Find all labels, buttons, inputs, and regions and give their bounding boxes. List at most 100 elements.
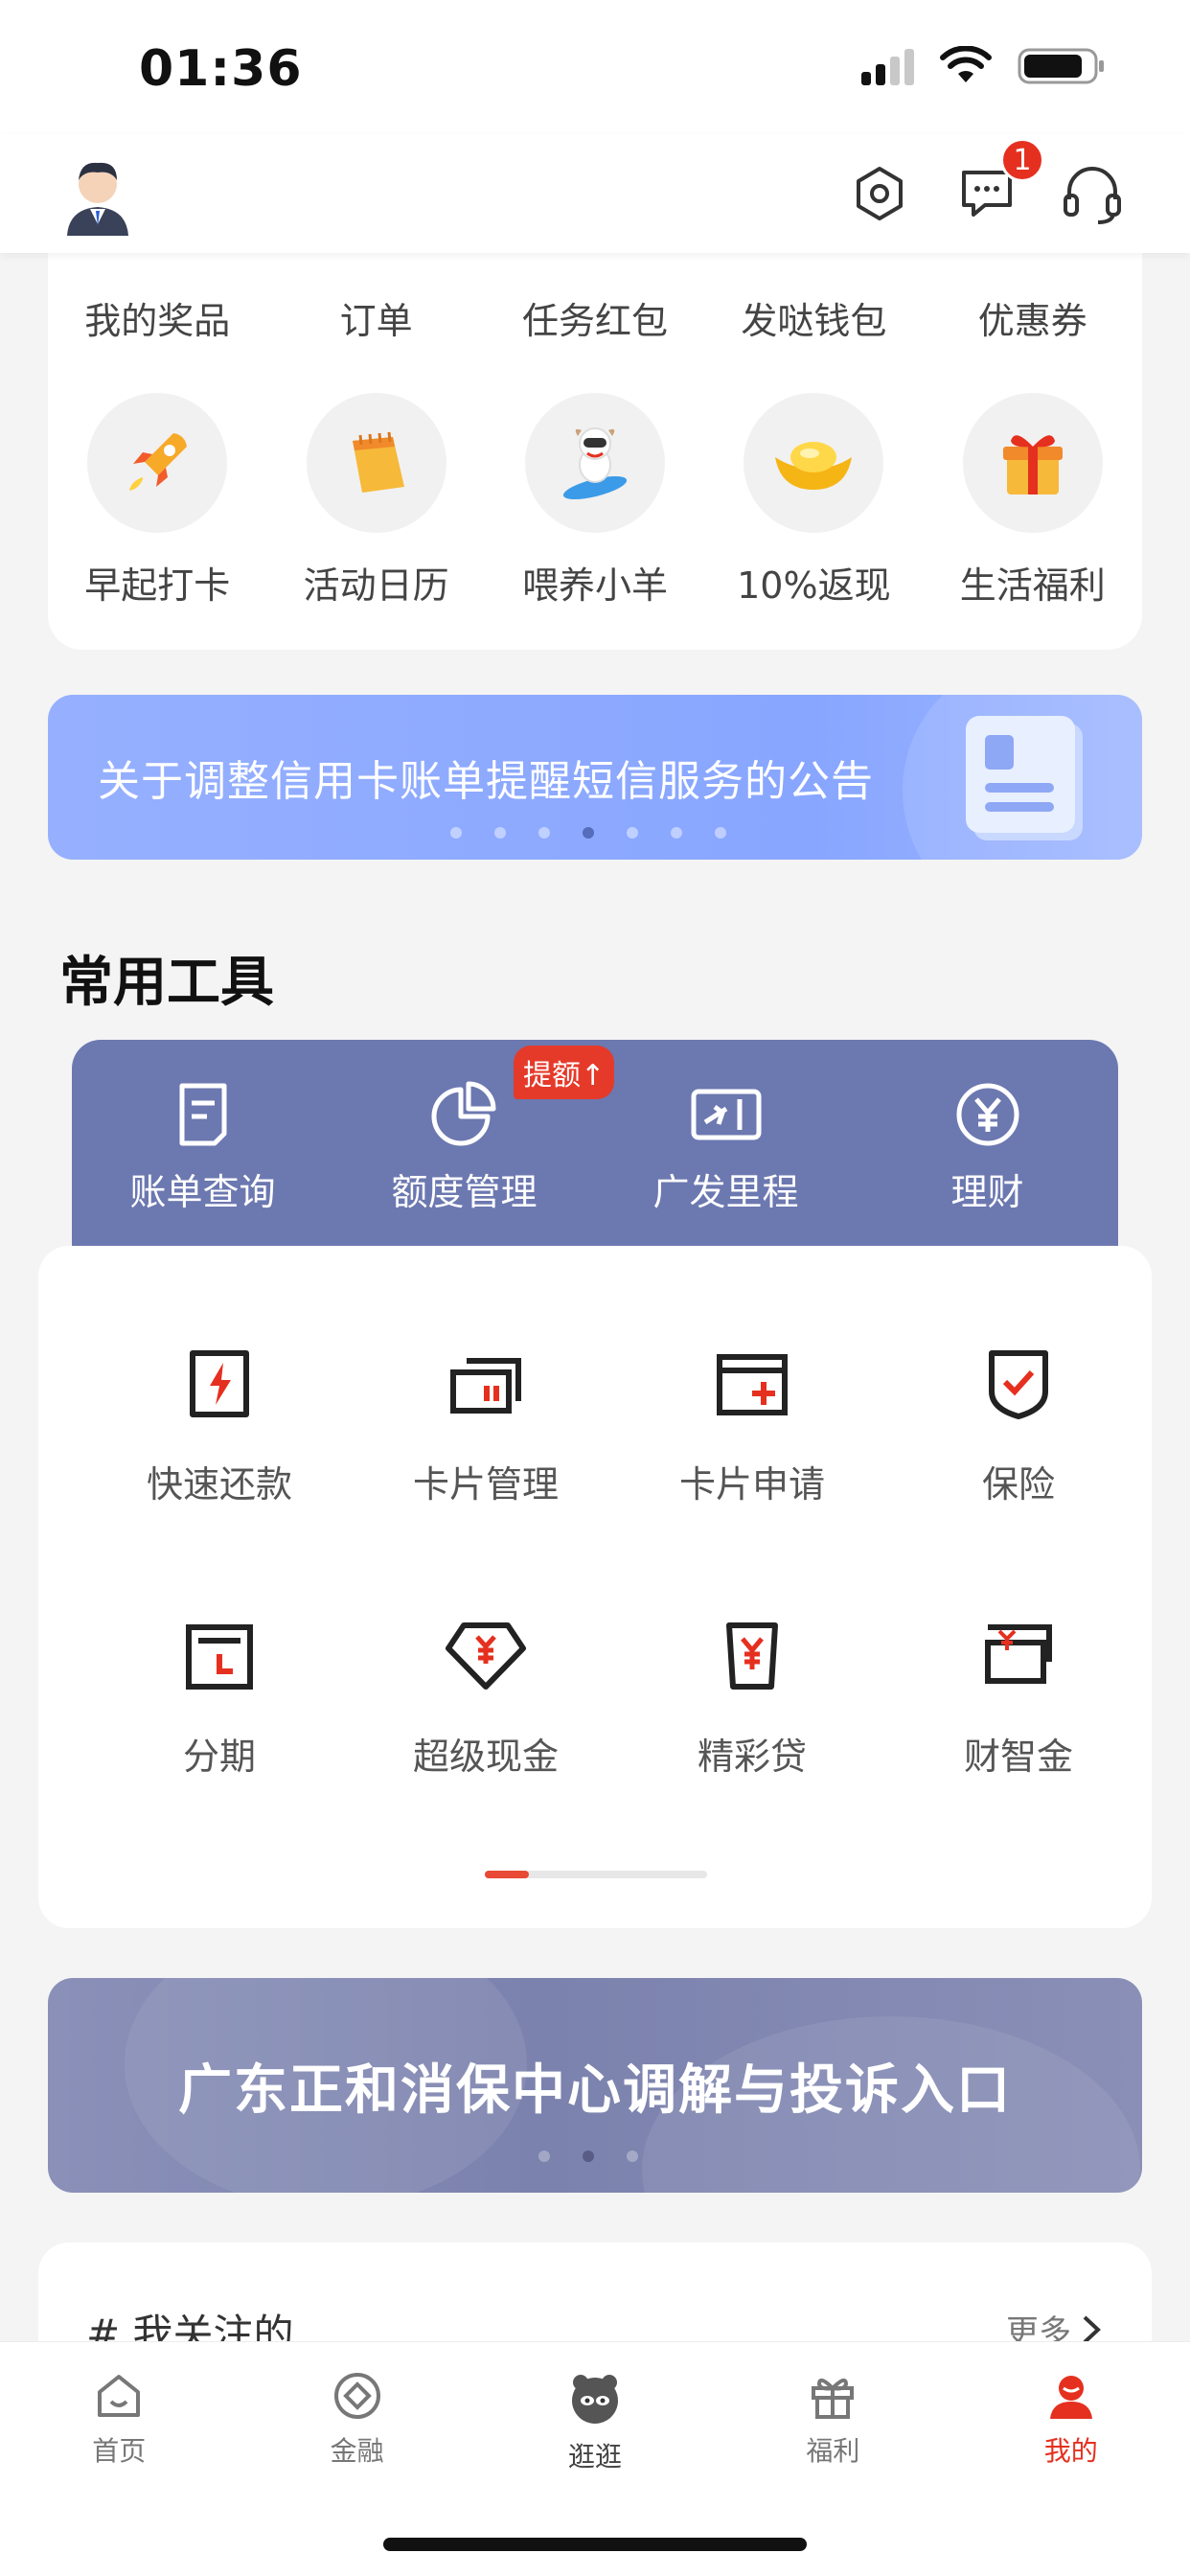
tool-label: 超级现金	[412, 1736, 559, 1778]
quick-label: 优惠券	[977, 300, 1087, 342]
tool-label: 保险	[981, 1463, 1055, 1506]
quick-repay-icon	[190, 1350, 249, 1417]
quick-item-cashback[interactable]: 10%返现	[704, 393, 923, 609]
tool-installment[interactable]: 分期	[86, 1618, 353, 1780]
battery-icon	[1018, 48, 1104, 84]
tools-scroll-thumb	[485, 1871, 529, 1878]
settings-icon[interactable]	[841, 155, 918, 232]
message-badge: 1	[1000, 138, 1044, 182]
complaint-banner[interactable]: 广东正和消保中心调解与投诉入口	[48, 1978, 1142, 2193]
tab-mine[interactable]: 我的	[952, 2342, 1190, 2576]
pager-dot	[715, 827, 726, 839]
quick-label: 我的奖品	[84, 300, 231, 342]
status-icons	[861, 46, 1106, 86]
tab-label: 我的	[1043, 2435, 1098, 2467]
bill-icon	[179, 1083, 226, 1146]
tool-grid-row-1: 快速还款 卡片管理 卡片申请 保险	[38, 1346, 1152, 1507]
yuan-coin-icon	[956, 1083, 1018, 1146]
tool-insurance[interactable]: 保险	[885, 1346, 1152, 1507]
tab-label: 首页	[92, 2435, 147, 2467]
tools-scroll-indicator	[485, 1871, 707, 1878]
avatar[interactable]	[61, 155, 134, 236]
tool-label: 财智金	[963, 1736, 1073, 1778]
tool-label: 额度管理	[391, 1171, 538, 1213]
quick-item-early-checkin[interactable]: 早起打卡	[48, 393, 266, 609]
pager-dot	[627, 827, 638, 839]
pager-dot-active	[583, 2150, 594, 2162]
tool-quick-repay[interactable]: 快速还款	[86, 1346, 353, 1507]
quick-row-2: 早起打卡 活动日历 喂养小羊 10%返现 生活福利	[48, 393, 1142, 609]
tool-label: 卡片管理	[412, 1463, 559, 1506]
quick-item-task-red-packet[interactable]: 任务红包	[486, 291, 704, 344]
tools-grid-card: 快速还款 卡片管理 卡片申请 保险 分期 超级现金 精彩贷 财智金	[38, 1246, 1152, 1928]
diamond-cash-icon	[446, 1622, 526, 1690]
tool-loan[interactable]: 精彩贷	[619, 1618, 885, 1780]
tab-label: 金融	[330, 2435, 384, 2467]
tool-card-apply[interactable]: 卡片申请	[619, 1346, 885, 1507]
tool-label: 理财	[950, 1171, 1024, 1213]
quick-label: 早起打卡	[84, 564, 231, 607]
tool-bill-query[interactable]: 账单查询	[72, 1040, 333, 1253]
tab-home[interactable]: 首页	[0, 2342, 238, 2576]
gift-box-icon	[962, 393, 1103, 533]
quick-label: 订单	[339, 300, 413, 342]
tool-label: 账单查询	[129, 1171, 276, 1213]
tools-top-bar: 账单查询 额度管理 提额↑ 广发里程 理财	[72, 1040, 1118, 1253]
gold-ingot-icon	[744, 393, 884, 533]
status-bar: 01:36	[0, 0, 1190, 134]
quick-label: 发哒钱包	[741, 300, 887, 342]
quick-label: 喂养小羊	[521, 564, 668, 607]
mascot-icon	[571, 2375, 618, 2424]
card-stack-icon	[450, 1358, 521, 1414]
card-add-icon	[717, 1354, 788, 1415]
tool-super-cash[interactable]: 超级现金	[353, 1618, 619, 1780]
quick-label: 任务红包	[521, 300, 668, 342]
home-indicator	[383, 2538, 807, 2551]
rocket-icon	[87, 393, 228, 533]
pager-dot	[494, 827, 506, 839]
home-icon	[98, 2375, 141, 2417]
tool-gf-miles[interactable]: 广发里程	[595, 1040, 857, 1253]
quick-item-wallet[interactable]: 发哒钱包	[704, 291, 923, 344]
pager-dot-active	[583, 827, 594, 839]
quick-item-feed-sheep[interactable]: 喂养小羊	[486, 393, 704, 609]
announcement-banner[interactable]: 关于调整信用卡账单提醒短信服务的公告	[48, 695, 1142, 860]
pager-dot	[538, 2150, 550, 2162]
user-profile-icon	[1049, 2376, 1092, 2419]
tool-label: 广发里程	[652, 1171, 799, 1213]
quick-item-activity-calendar[interactable]: 活动日历	[266, 393, 485, 609]
shield-icon	[989, 1350, 1048, 1419]
announcement-text: 关于调整信用卡账单提醒短信服务的公告	[98, 757, 874, 806]
installment-icon	[186, 1624, 253, 1690]
pager-dot	[538, 827, 550, 839]
tool-smart-gold[interactable]: 财智金	[885, 1618, 1152, 1780]
quick-item-life-benefits[interactable]: 生活福利	[924, 393, 1142, 609]
pager-dot	[627, 2150, 638, 2162]
gift-icon	[812, 2378, 855, 2419]
tool-wealth[interactable]: 理财	[857, 1040, 1118, 1253]
tool-label: 精彩贷	[697, 1736, 807, 1778]
tool-credit-limit[interactable]: 额度管理 提额↑	[333, 1040, 615, 1253]
quick-item-orders[interactable]: 订单	[266, 291, 485, 344]
sheep-icon	[524, 393, 665, 533]
pie-chart-icon	[431, 1081, 495, 1146]
finance-icon	[333, 2373, 380, 2419]
status-time: 01:36	[139, 40, 303, 98]
wallet-cash-icon	[985, 1624, 1052, 1684]
quick-row-1: 我的奖品 订单 任务红包 发哒钱包 优惠券	[48, 291, 1142, 344]
tab-label: 福利	[806, 2435, 860, 2467]
tool-card-management[interactable]: 卡片管理	[353, 1346, 619, 1507]
quick-item-my-prizes[interactable]: 我的奖品	[48, 291, 266, 344]
customer-service-icon[interactable]	[1054, 155, 1131, 232]
complaint-pager	[538, 2150, 638, 2162]
wifi-icon	[940, 46, 992, 82]
loan-icon	[726, 1622, 778, 1690]
tool-grid-row-2: 分期 超级现金 精彩贷 财智金	[38, 1618, 1152, 1780]
pager-dot	[450, 827, 462, 839]
quick-label: 生活福利	[959, 564, 1106, 607]
quick-item-coupons[interactable]: 优惠券	[924, 291, 1142, 344]
tool-label: 卡片申请	[678, 1463, 825, 1506]
tool-label: 分期	[182, 1736, 256, 1778]
complaint-banner-text: 广东正和消保中心调解与投诉入口	[178, 2059, 1012, 2122]
tool-label: 快速还款	[146, 1463, 292, 1506]
